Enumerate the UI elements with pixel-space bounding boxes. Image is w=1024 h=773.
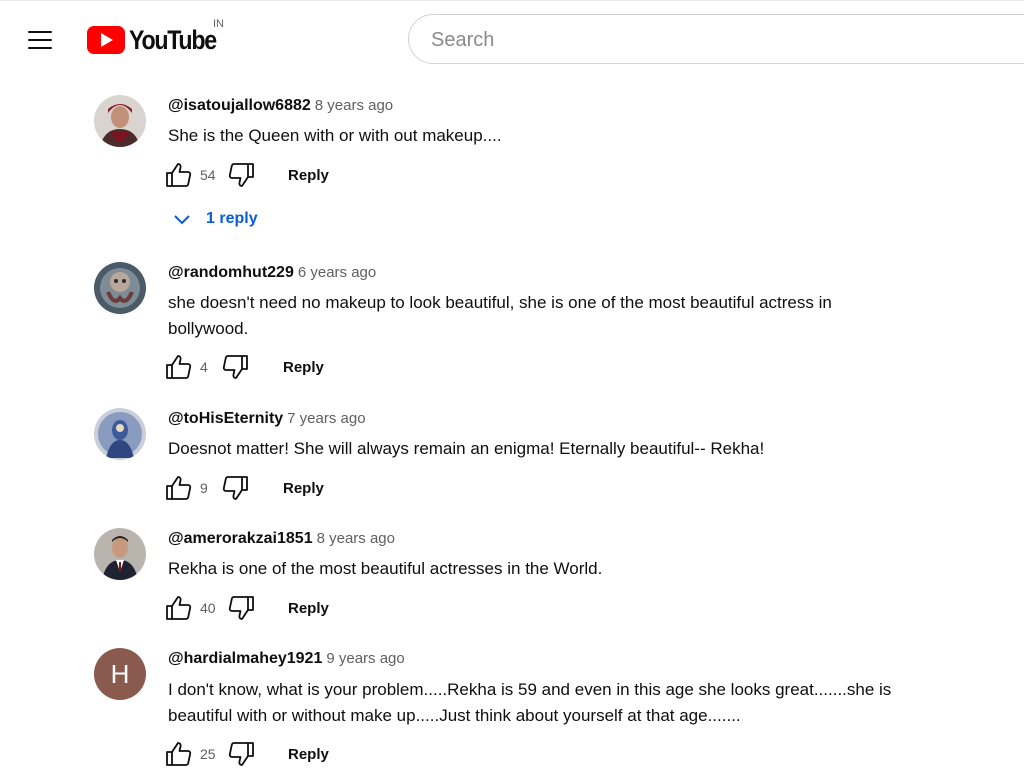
comment-author[interactable]: @hardialmahey1921 <box>168 650 322 667</box>
comment-author[interactable]: @amerorakzai1851 <box>168 530 313 547</box>
like-icon[interactable] <box>164 353 192 381</box>
dislike-icon[interactable] <box>228 161 256 189</box>
hamburger-menu-icon[interactable] <box>22 24 58 56</box>
search-input[interactable] <box>429 15 1013 65</box>
reply-button[interactable]: Reply <box>283 359 324 376</box>
like-icon[interactable] <box>164 161 192 189</box>
dislike-icon[interactable] <box>222 474 250 502</box>
comment-time[interactable]: 8 years ago <box>317 530 395 547</box>
comment-actions: 9 Reply <box>164 474 324 502</box>
reply-button[interactable]: Reply <box>288 167 329 184</box>
play-icon <box>87 26 125 54</box>
avatar[interactable] <box>94 262 146 314</box>
search-box[interactable] <box>408 14 1024 65</box>
like-count: 54 <box>200 167 216 183</box>
comment-text: Rekha is one of the most beautiful actre… <box>168 559 603 578</box>
comment-actions: 25 Reply <box>164 740 329 768</box>
chevron-down-icon <box>174 215 190 225</box>
comment-text: she doesn't need no makeup to look beaut… <box>168 293 832 338</box>
comment-text: She is the Queen with or with out makeup… <box>168 126 502 145</box>
view-replies-button[interactable]: 1 reply <box>172 207 258 231</box>
like-count: 4 <box>200 359 208 375</box>
like-count: 40 <box>200 600 216 616</box>
comment-actions: 40 Reply <box>164 594 329 622</box>
comment-actions: 4 Reply <box>164 353 324 381</box>
comment-text: Doesnot matter! She will always remain a… <box>168 439 765 458</box>
region-code: IN <box>213 18 224 30</box>
logo-text: YouTube <box>129 24 217 55</box>
reply-button[interactable]: Reply <box>283 480 324 497</box>
reply-button[interactable]: Reply <box>288 600 329 617</box>
avatar[interactable] <box>94 408 146 460</box>
replies-label: 1 reply <box>206 210 258 227</box>
top-divider <box>0 0 1024 1</box>
comment-header: @toHisEternity 7 years ago <box>168 410 366 428</box>
avatar-letter: H <box>110 659 130 689</box>
avatar[interactable] <box>94 528 146 580</box>
comment-author[interactable]: @randomhut229 <box>168 264 294 281</box>
comment-time[interactable]: 8 years ago <box>315 97 393 114</box>
comment-author[interactable]: @toHisEternity <box>168 410 283 427</box>
comment-header: @randomhut229 6 years ago <box>168 264 376 282</box>
reply-button[interactable]: Reply <box>288 746 329 763</box>
dislike-icon[interactable] <box>228 740 256 768</box>
comment-text: I don't know, what is your problem.....R… <box>168 680 892 725</box>
avatar[interactable] <box>94 95 146 147</box>
youtube-logo[interactable]: YouTube <box>87 24 230 56</box>
comment-time[interactable]: 9 years ago <box>326 650 404 667</box>
like-count: 25 <box>200 746 216 762</box>
like-icon[interactable] <box>164 594 192 622</box>
comment-time[interactable]: 7 years ago <box>287 410 365 427</box>
comment-header: @amerorakzai1851 8 years ago <box>168 530 395 548</box>
masthead: YouTube IN <box>0 0 1024 80</box>
dislike-icon[interactable] <box>228 594 256 622</box>
like-icon[interactable] <box>164 474 192 502</box>
comment-actions: 54 Reply <box>164 161 329 189</box>
comment-header: @isatoujallow6882 8 years ago <box>168 97 393 115</box>
dislike-icon[interactable] <box>222 353 250 381</box>
like-icon[interactable] <box>164 740 192 768</box>
comment-time[interactable]: 6 years ago <box>298 264 376 281</box>
like-count: 9 <box>200 480 208 496</box>
comment-author[interactable]: @isatoujallow6882 <box>168 97 311 114</box>
avatar[interactable]: H <box>94 648 146 700</box>
comment-header: @hardialmahey1921 9 years ago <box>168 650 405 668</box>
